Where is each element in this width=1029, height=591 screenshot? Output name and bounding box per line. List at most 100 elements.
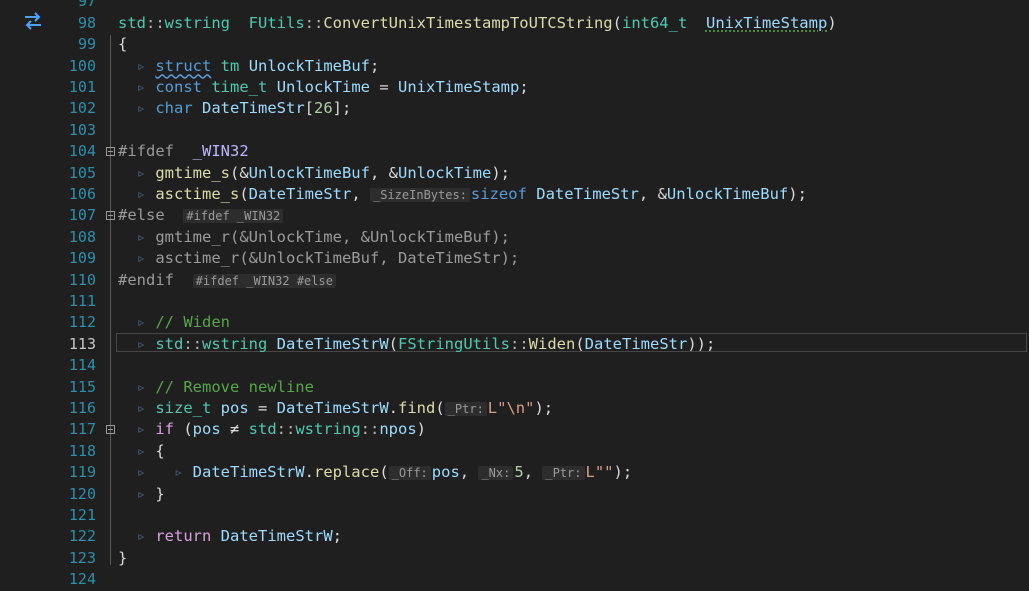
code-text: ▹ ▹ DateTimeStrW.replace(_Off: pos, _Nx: 5… [118,462,633,484]
line-number: 103 [68,120,96,139]
code-line[interactable]: 100 ▹ struct tm UnlockTimeBuf; [0,56,1029,77]
code-text: ▹ gmtime_s(&UnlockTimeBuf, &UnlockTime); [118,163,510,184]
code-text: { [118,34,127,55]
code-token: if [155,420,174,439]
code-line[interactable]: 105 ▹ gmtime_s(&UnlockTimeBuf, &UnlockTi… [0,163,1029,184]
code-text: #endif #ifdef _WIN32 #else [118,270,337,292]
code-line[interactable]: 117 ▹ if (pos ≠ std::wstring::npos) [0,419,1029,440]
code-line[interactable]: 101 ▹ const time_t UnlockTime = UnixTime… [0,77,1029,98]
code-token: 5 [514,463,524,482]
code-token: { [118,35,128,54]
code-text: std::wstring FUtils::ConvertUnixTimestam… [118,13,837,34]
code-line[interactable]: 102 ▹ char DateTimeStr[26]; [0,98,1029,119]
code-line[interactable]: 106 ▹ asctime_s(DateTimeStr, _SizeInByte… [0,184,1029,205]
code-token: DateTimeStr [202,99,305,118]
code-line[interactable]: 122 ▹ return DateTimeStrW; [0,526,1029,547]
code-line[interactable]: 116 ▹ size_t pos = DateTimeStrW.find(_Pt… [0,398,1029,419]
code-token: UnlockTime [397,163,492,182]
code-line[interactable]: 114 [0,355,1029,376]
indent-guide: ▹ [118,77,156,96]
code-text: ▹ if (pos ≠ std::wstring::npos) [118,419,426,440]
code-token: Widen [528,334,576,353]
code-token: ( [575,334,585,353]
code-token: size_t [155,398,212,417]
line-number: 99 [77,35,96,54]
indent-guide: ▹ [118,56,156,75]
code-token: asctime_s [155,184,240,203]
code-token: DateTimeStr [536,184,639,203]
line-number: 122 [68,527,96,546]
code-token: UnlockTimeBuf [248,56,371,75]
code-token: , & [369,163,398,182]
code-token: ; [519,77,529,96]
line-number: 113 [68,334,96,353]
code-token: L"\n" [487,398,535,417]
code-token: UnlockTimeBuf [666,184,789,203]
collapse-icon[interactable] [106,425,115,435]
code-token: time_t [211,77,268,96]
code-text: ▹ asctime_s(DateTimeStr, _SizeInBytes: si… [118,184,807,206]
code-line[interactable]: 109 ▹ asctime_r(&UnlockTimeBuf, DateTime… [0,248,1029,269]
code-line[interactable]: 97 [0,0,1029,13]
code-line[interactable]: 115 ▹ // Remove newline [0,377,1029,398]
line-number: 120 [68,484,96,503]
code-text: ▹ // Widen [118,312,230,333]
code-token: replace [313,463,380,482]
line-number: 114 [68,356,96,375]
code-line[interactable]: 98 std::wstring FUtils::ConvertUnixTimest… [0,13,1029,34]
code-line[interactable]: 123} [0,548,1029,569]
code-line[interactable]: 111 [0,291,1029,312]
code-token: return [155,527,212,546]
code-editor[interactable]: 9798 std::wstring FUtils::ConvertUnixTime… [0,0,1029,588]
code-token: int64_t [621,13,688,32]
inlay-hint: _Ptr: [444,401,487,416]
code-line[interactable]: 121 [0,505,1029,526]
code-token: gmtime_s [155,163,230,182]
code-token: wstring [295,420,361,439]
code-token: )); [687,334,716,353]
indent-guide: ▹ [118,527,156,546]
code-token: :: [183,334,202,353]
code-token: 26 [314,99,333,118]
inlay-hint: _SizeInBytes: [370,187,470,202]
code-token: ConvertUnixTimestampToUTCString [323,13,613,32]
code-text: #else #ifdef _WIN32 [118,205,284,227]
code-line[interactable]: 107 #else #ifdef _WIN32 [0,205,1029,226]
code-line[interactable]: 103 [0,120,1029,141]
code-line[interactable]: 112 ▹ // Widen [0,312,1029,333]
code-token: // Remove newline [155,377,314,396]
indent-guide: ▹ [118,377,156,396]
collapse-icon[interactable] [106,147,115,157]
line-number: 106 [68,184,96,203]
code-line[interactable]: 119 ▹ ▹ DateTimeStrW.replace(_Off: pos, _… [0,462,1029,483]
code-line[interactable]: 113 ▹ std::wstring DateTimeStrW(FStringU… [0,334,1029,355]
code-token: ( [612,13,622,32]
code-line[interactable]: 120 ▹ } [0,484,1029,505]
code-token: DateTimeStrW [276,334,389,353]
code-line[interactable]: 124 [0,569,1029,590]
code-line[interactable]: 104 #ifdef _WIN32 [0,141,1029,162]
code-line[interactable]: 118 ▹ { [0,441,1029,462]
indent-guide: ▹ [118,249,156,268]
code-line[interactable]: 99 { [0,34,1029,55]
code-token: = [370,77,399,96]
line-number: 97 [77,0,96,11]
code-line[interactable]: 108 ▹ gmtime_r(&UnlockTime, &UnlockTimeB… [0,227,1029,248]
inlay-hint: _Ptr: [542,466,585,481]
line-number: 124 [68,570,96,589]
code-text: ▹ { [118,441,165,462]
indent-guide: ▹ [118,313,156,332]
code-text: ▹ struct tm UnlockTimeBuf; [118,56,380,77]
code-token: UnixTimeStamp [398,77,520,96]
collapse-icon[interactable] [106,211,115,221]
code-token: . [304,463,314,482]
line-number: 119 [68,463,96,482]
code-token: std [155,334,184,353]
code-line[interactable]: 110 #endif #ifdef _WIN32 #else [0,270,1029,291]
code-token: asctime_r(&UnlockTimeBuf, DateTimeStr); [155,249,520,268]
